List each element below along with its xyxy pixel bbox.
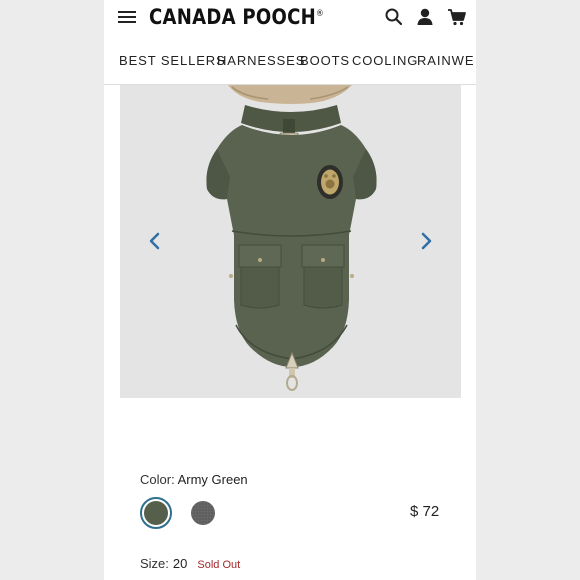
user-icon[interactable] [415, 7, 435, 27]
chevron-right-icon[interactable] [418, 231, 434, 251]
menu-icon[interactable] [118, 11, 136, 25]
nav-item-best-sellers[interactable]: BEST SELLERS [119, 53, 226, 68]
search-icon[interactable] [384, 7, 404, 27]
nav-item-boots[interactable]: BOOTS [300, 53, 350, 68]
product-page: CANADA POOCH® BEST SELLERS HARNESSES BOO… [104, 0, 476, 580]
dog-coat-image [206, 85, 377, 391]
size-label: Size: [140, 556, 169, 571]
brand-name: CANADA POOCH [149, 5, 316, 29]
site-header: CANADA POOCH® [104, 0, 476, 38]
category-nav: BEST SELLERS HARNESSES BOOTS COOLING RAI… [104, 44, 476, 85]
nav-item-cooling[interactable]: COOLING [352, 53, 418, 68]
product-image-gallery[interactable] [120, 85, 461, 398]
cart-icon[interactable] [447, 7, 467, 27]
swatch-army-green-fill [144, 501, 168, 525]
nav-item-rainwear[interactable]: RAINWE [417, 53, 474, 68]
brand-mark: ® [315, 9, 324, 19]
product-price: $ 72 [410, 503, 440, 520]
swatch-army-green[interactable] [140, 497, 172, 529]
sold-out-badge: Sold Out [197, 559, 241, 571]
size-value: 20 [172, 556, 188, 571]
chevron-left-icon[interactable] [147, 231, 163, 251]
brand-logo[interactable]: CANADA POOCH® [149, 5, 324, 29]
color-value: Army Green [177, 472, 248, 487]
swatch-charcoal[interactable] [187, 497, 219, 529]
swatch-charcoal-fill [191, 501, 215, 525]
color-selection-label: Color: Army Green [140, 472, 248, 487]
size-selection-label: Size: 20 Sold Out [140, 556, 240, 571]
nav-item-harnesses[interactable]: HARNESSES [217, 53, 305, 68]
color-label: Color: [140, 472, 175, 487]
